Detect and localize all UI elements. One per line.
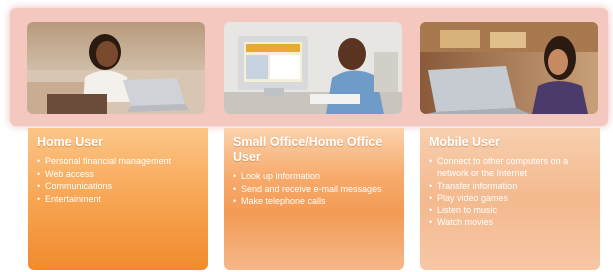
feature-list: Connect to other computers on a network … bbox=[429, 155, 592, 229]
list-item: Personal financial management bbox=[37, 155, 200, 168]
card-title: Mobile User bbox=[429, 135, 500, 149]
list-item: Listen to music bbox=[429, 204, 592, 217]
list-item: Watch movies bbox=[429, 216, 592, 229]
card-title: Home User bbox=[37, 135, 103, 149]
list-item: Look up information bbox=[233, 170, 396, 183]
office-user-card: Small Office/Home Office User Look up in… bbox=[224, 128, 404, 270]
list-item: Communications bbox=[37, 180, 200, 193]
list-item: Transfer information bbox=[429, 180, 592, 193]
list-item: Web access bbox=[37, 168, 200, 181]
mobile-user-photo bbox=[420, 22, 598, 114]
list-item: Entertainment bbox=[37, 193, 200, 206]
card-title: Small Office/Home Office User bbox=[233, 135, 383, 164]
office-user-photo bbox=[224, 22, 402, 114]
list-item: Send and receive e-mail messages bbox=[233, 183, 396, 196]
list-item: Play video games bbox=[429, 192, 592, 205]
home-user-card: Home User Personal financial management … bbox=[28, 128, 208, 270]
mobile-user-card: Mobile User Connect to other computers o… bbox=[420, 128, 600, 270]
list-item: Make telephone calls bbox=[233, 195, 396, 208]
feature-list: Personal financial management Web access… bbox=[37, 155, 200, 205]
list-item: Connect to other computers on a network … bbox=[429, 155, 592, 180]
feature-list: Look up information Send and receive e-m… bbox=[233, 170, 396, 208]
home-user-photo bbox=[27, 22, 205, 114]
